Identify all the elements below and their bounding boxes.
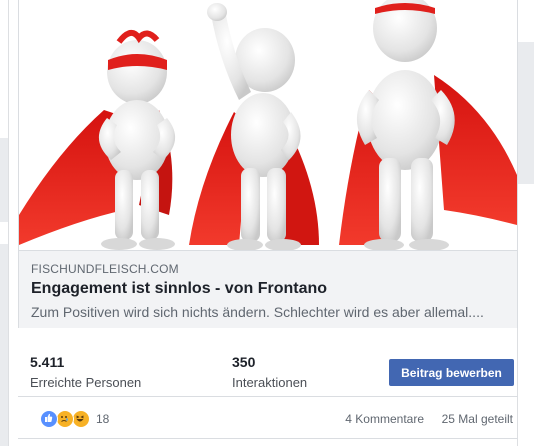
reach-value: 5.411 — [30, 354, 65, 370]
link-domain: FISCHUNDFLEISCH.COM — [31, 262, 179, 276]
engagements-value: 350 — [232, 354, 256, 370]
reaction-count: 18 — [96, 412, 110, 426]
link-preview[interactable]: FISCHUNDFLEISCH.COM Engagement ist sinnl… — [18, 0, 518, 328]
link-meta[interactable]: FISCHUNDFLEISCH.COM Engagement ist sinnl… — [19, 250, 517, 328]
hero-figure-right — [339, 0, 517, 250]
link-title[interactable]: Engagement ist sinnlos - von Frontano — [31, 280, 327, 298]
link-description: Zum Positiven wird sich nichts ändern. S… — [31, 304, 484, 320]
sad-icon — [56, 410, 74, 428]
like-icon — [40, 410, 58, 428]
reactions-summary[interactable]: 18 — [40, 409, 109, 429]
hero-figure-middle — [189, 3, 319, 250]
post-footer: 18 4 Kommentare 25 Mal geteilt — [18, 406, 518, 434]
comments-count-link[interactable]: 4 Kommentare — [345, 412, 424, 426]
engagements-label: Interaktionen — [232, 375, 308, 390]
post-insights: 5.411 Erreichte Personen 350 Interaktion… — [18, 344, 518, 396]
shares-count-link[interactable]: 25 Mal geteilt — [442, 412, 513, 426]
link-image[interactable] — [19, 0, 517, 250]
divider — [18, 396, 518, 397]
post-card: FISCHUNDFLEISCH.COM Engagement ist sinnl… — [8, 0, 518, 446]
hero-figure-left — [19, 29, 176, 250]
boost-post-button[interactable]: Beitrag bewerben — [389, 359, 514, 386]
three-superhero-figures-image — [19, 0, 517, 250]
left-background — [0, 0, 8, 446]
reach-stat[interactable]: 5.411 Erreichte Personen — [30, 354, 141, 390]
haha-icon — [72, 410, 90, 428]
divider — [18, 438, 518, 439]
reach-label: Erreichte Personen — [30, 375, 142, 390]
right-background — [518, 0, 534, 446]
engagements-stat[interactable]: 350 Interaktionen — [232, 354, 307, 390]
